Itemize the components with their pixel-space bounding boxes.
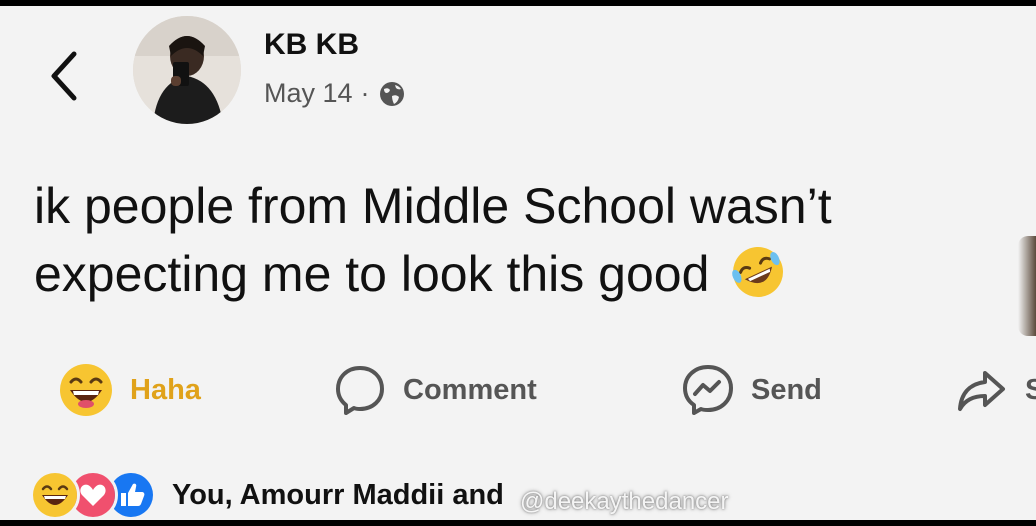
reaction-summary[interactable]: You, Amourr Maddii and (30, 470, 504, 520)
share-button[interactable]: S (955, 358, 1036, 422)
send-label: Send (751, 373, 822, 406)
meta-separator: · (360, 78, 370, 108)
watermark: @deekaythedancer (520, 488, 729, 515)
comment-label: Comment (403, 373, 537, 406)
post-text: ik people from Middle School wasn’t expe… (34, 172, 1024, 308)
rolling-on-floor-laughing-emoji (732, 247, 784, 297)
haha-label: Haha (130, 373, 201, 406)
post-text-content: ik people from Middle School wasn’t expe… (34, 178, 832, 302)
share-arrow-icon (958, 371, 1005, 411)
comment-button[interactable]: Comment (333, 358, 537, 422)
back-arrow-icon[interactable] (44, 46, 84, 106)
haha-button[interactable]: Haha (58, 358, 201, 422)
haha-emoji-icon (60, 364, 112, 416)
haha-reaction-icon (30, 470, 80, 520)
partial-image-edge (1018, 236, 1036, 336)
globe-icon (379, 81, 404, 106)
post-actions: Haha Comment Send S (0, 358, 1036, 422)
messenger-icon (683, 365, 733, 415)
avatar[interactable] (133, 16, 241, 124)
post-date[interactable]: May 14 (264, 78, 353, 109)
post-meta: May 14 · (264, 78, 406, 109)
comment-icon (336, 366, 384, 415)
avatar-photo (133, 16, 241, 124)
author-name[interactable]: KB KB (264, 28, 359, 62)
share-label: S (1025, 373, 1036, 406)
post-card: KB KB May 14 · ik people from Middle Sch… (0, 6, 1036, 520)
send-button[interactable]: Send (681, 358, 822, 422)
reaction-names: You, Amourr Maddii and (172, 478, 504, 511)
